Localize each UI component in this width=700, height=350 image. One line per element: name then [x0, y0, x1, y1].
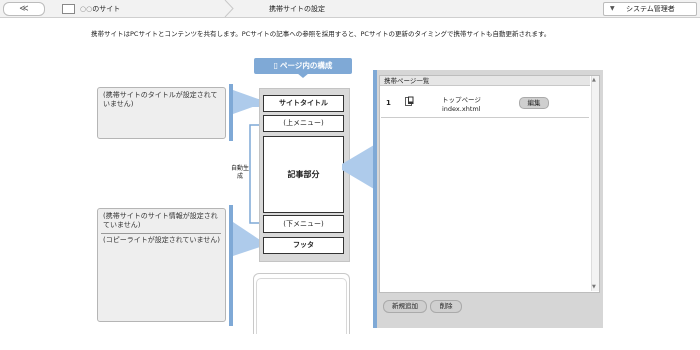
breadcrumb-site-label: のサイト — [92, 5, 121, 13]
edit-button[interactable]: 編集 — [519, 97, 549, 109]
note-divider — [101, 233, 221, 234]
title-note-text: (携帯サイトのタイトルが設定されていません) — [103, 91, 218, 108]
page-list-scrollbar[interactable] — [591, 76, 599, 291]
scroll-up-icon[interactable]: ▲ — [592, 77, 596, 83]
connector-arrow-title-icon — [233, 90, 261, 114]
structure-arrow-icon — [297, 73, 309, 78]
title-note-box[interactable]: (携帯サイトのタイトルが設定されていません) — [97, 87, 226, 139]
breadcrumb-site[interactable]: ○○のサイト — [80, 4, 120, 14]
user-menu-button[interactable]: ▼ システム管理者 — [603, 2, 697, 16]
breadcrumb-separator-icon — [224, 0, 234, 17]
page-list-box — [379, 75, 600, 293]
user-menu-label: システム管理者 — [626, 5, 675, 13]
connector-arrow-article-icon — [342, 145, 374, 189]
breadcrumb-current-page: 携帯サイトの設定 — [269, 5, 325, 13]
site-info-note-text: (携帯サイトのサイト情報が設定されていません) — [103, 212, 218, 229]
footer-note-box[interactable]: (携帯サイトのサイト情報が設定されていません) (コピーライトが設定されていませ… — [97, 208, 226, 322]
back-button[interactable]: ≪ — [3, 2, 45, 16]
row-number: 1 — [386, 99, 391, 107]
page-list-panel-accent — [373, 70, 377, 328]
page-description: 携帯サイトはPCサイトとコンテンツを共有します。PCサイトの記事への参照を採用す… — [91, 30, 551, 38]
mobile-page-icon — [405, 96, 414, 106]
phone-body-inner-outline — [256, 278, 347, 334]
add-page-button[interactable]: 新規追加 — [383, 300, 427, 313]
page-name[interactable]: トップページ — [442, 94, 481, 104]
row-divider — [381, 117, 589, 118]
scroll-down-icon[interactable]: ▼ — [592, 284, 596, 290]
site-icon — [62, 4, 75, 14]
article-block[interactable]: 記事部分 — [263, 136, 344, 213]
mobile-phone-icon: ▯ — [273, 61, 279, 70]
breadcrumb-prefix: ○○ — [80, 5, 93, 13]
delete-page-button[interactable]: 削除 — [430, 300, 462, 313]
top-menu-block[interactable]: (上メニュー) — [263, 115, 344, 132]
site-title-block[interactable]: サイトタイトル — [263, 95, 344, 112]
auto-generated-label: 自動生成 — [231, 165, 250, 180]
footer-block[interactable]: フッタ — [263, 237, 344, 254]
bottom-menu-block[interactable]: (下メニュー) — [263, 215, 344, 233]
page-structure-heading: ▯ ページ内の構成 — [254, 58, 352, 74]
page-list-header: 携帯ページ一覧 — [380, 76, 590, 86]
chevron-down-icon: ▼ — [610, 5, 615, 12]
copyright-note-text: (コピーライトが設定されていません) — [103, 236, 221, 244]
page-filename: index.xhtml — [442, 105, 481, 113]
page-structure-heading-text: ページ内の構成 — [280, 61, 333, 70]
